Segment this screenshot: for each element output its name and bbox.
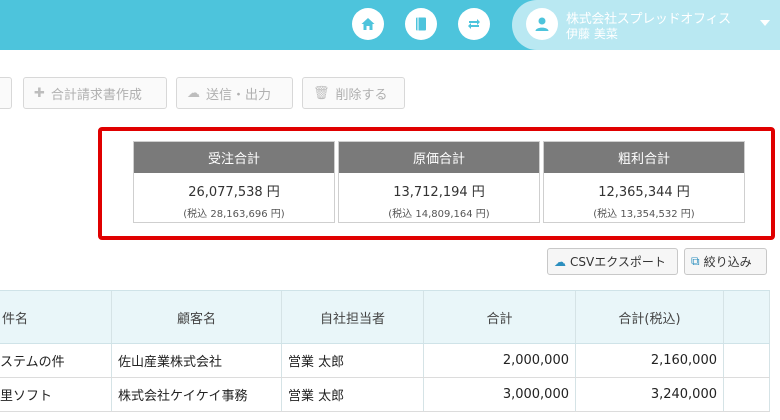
external-link-icon: ⧉ [691,254,700,268]
cell-extra [724,344,770,377]
send-output-button[interactable]: ☁ 送信・出力 [176,77,293,109]
create-invoice-button[interactable]: ✚ 合計請求書作成 [23,77,167,109]
cell-subject: 里ソフト [0,378,112,411]
cell-staff: 営業 太郎 [282,344,424,377]
repeat-button[interactable] [458,8,490,40]
cell-staff: 営業 太郎 [282,378,424,411]
column-header-staff[interactable]: 自社担当者 [282,291,424,343]
plus-icon: ✚ [34,85,45,101]
trash-icon: 🗑 [313,85,330,101]
csv-export-button[interactable]: ☁ CSVエクスポート [547,248,678,275]
cloud-icon: ☁ [187,85,200,101]
summary-tax: (税込 13,354,532 円) [593,209,695,220]
summary-value: 26,077,538 円 [188,185,280,200]
send-output-label: 送信・出力 [206,87,272,103]
repeat-icon [468,19,480,29]
cell-customer: 株式会社ケイケイ事務 [112,378,282,411]
cell-extra [724,378,770,411]
cell-total-tax: 2,160,000 [576,344,724,377]
user-menu[interactable]: 株式会社スプレッドオフィス 伊藤 美菜 [512,0,780,50]
summary-value: 12,365,344 円 [598,185,690,200]
filter-label: 絞り込み [703,255,752,269]
book-button[interactable] [405,8,437,40]
book-icon [416,17,426,31]
summary-label: 原価合計 [339,142,539,173]
table-row[interactable]: ステムの件 佐山産業株式会社 営業 太郎 2,000,000 2,160,000 [0,344,770,378]
create-invoice-label: 合計請求書作成 [50,87,142,103]
summary-label: 受注合計 [134,142,334,173]
cloud-download-icon: ☁ [554,254,566,269]
user-icon [535,17,549,31]
summary-gross-profit: 粗利合計 12,365,344 円 (税込 13,354,532 円) [543,141,745,223]
delete-label: 削除する [335,87,388,103]
table-row[interactable]: 里ソフト 株式会社ケイケイ事務 営業 太郎 3,000,000 3,240,00… [0,378,770,412]
summary-label: 粗利合計 [544,142,744,173]
app-header: 株式会社スプレッドオフィス 伊藤 美菜 [0,0,780,50]
cell-customer: 佐山産業株式会社 [112,344,282,377]
filter-button[interactable]: ⧉ 絞り込み [684,248,767,275]
column-header-extra [724,291,770,343]
csv-export-label: CSVエクスポート [570,255,666,269]
summary-order-total: 受注合計 26,077,538 円 (税込 28,163,696 円) [133,141,335,223]
summary-cost-total: 原価合計 13,712,194 円 (税込 14,809,164 円) [338,141,540,223]
column-header-customer[interactable]: 顧客名 [112,291,282,343]
user-name: 伊藤 美菜 [566,27,618,41]
column-header-total[interactable]: 合計 [424,291,576,343]
partial-toolbar-button[interactable] [0,77,12,109]
home-button[interactable] [352,8,384,40]
delete-button[interactable]: 🗑 削除する [302,77,405,109]
table-header: 件名 顧客名 自社担当者 合計 合計(税込) [0,290,770,344]
cell-subject: ステムの件 [0,344,112,377]
column-header-total-tax[interactable]: 合計(税込) [576,291,724,343]
cell-total-tax: 3,240,000 [576,378,724,411]
home-icon [361,18,375,30]
summary-value: 13,712,194 円 [393,185,485,200]
column-header-subject[interactable]: 件名 [0,291,112,343]
avatar [526,8,558,40]
summary-tax: (税込 28,163,696 円) [183,209,285,220]
chevron-down-icon[interactable] [760,20,770,26]
cell-total: 3,000,000 [424,378,576,411]
summary-tax: (税込 14,809,164 円) [388,209,490,220]
cell-total: 2,000,000 [424,344,576,377]
